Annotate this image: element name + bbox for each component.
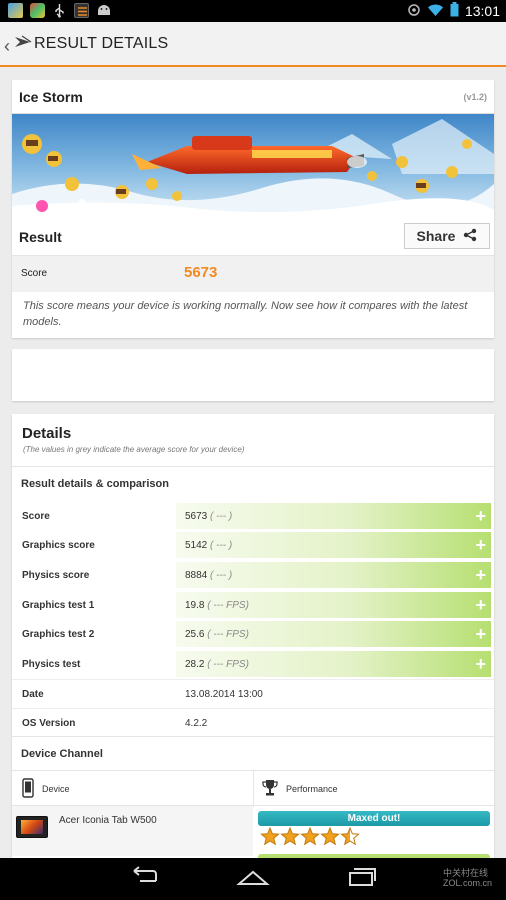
expand-plus-icon[interactable]: + [475,595,486,616]
recent-apps-nav-icon[interactable] [345,866,377,893]
result-card: Ice Storm (v1.2) Result Share Score 5673… [12,80,494,338]
watermark-line-1: 中关村在线 [442,868,488,878]
benchmark-version: (v1.2) [463,92,487,102]
detail-value-bar: 28.2 ( --- FPS) + [176,651,491,677]
detail-label: Score [22,511,50,522]
device-name: Acer Iconia Tab W500 [59,815,157,826]
detail-row-score[interactable]: Score 5673 ( --- ) + [12,502,494,530]
detail-row-graphics-test-2[interactable]: Graphics test 2 25.6 ( --- FPS) + [12,620,494,648]
performance-column-label: Performance [286,784,338,794]
status-bar: 13:01 [0,0,506,22]
benchmark-title: Ice Storm [19,89,83,105]
detail-label: Graphics test 2 [22,629,95,640]
trophy-icon [262,779,278,799]
detail-label: Physics test [22,659,81,670]
result-card-header: Ice Storm (v1.2) [12,80,494,114]
share-button[interactable]: Share [404,223,490,249]
detail-value: 8884 ( --- ) [185,570,233,581]
rating-stars [260,826,360,853]
expand-plus-icon[interactable]: + [475,565,486,586]
date-label: Date [22,689,44,700]
detail-value-bar: 5673 ( --- ) + [176,503,491,529]
app-icon [74,3,89,18]
expand-plus-icon[interactable]: + [475,506,486,527]
status-clock: 13:01 [464,3,500,19]
score-row: Score 5673 [12,256,494,292]
share-icon [463,228,477,245]
home-nav-icon[interactable] [236,866,270,893]
detail-value-bar: 19.8 ( --- FPS) + [176,592,491,618]
detail-row-graphics-score[interactable]: Graphics score 5142 ( --- ) + [12,531,494,559]
detail-row-physics-test[interactable]: Physics test 28.2 ( --- FPS) + [12,650,494,678]
page-title: RESULT DETAILS [34,35,169,52]
share-label: Share [416,228,456,244]
rating-star-icon [340,826,360,846]
details-card: Details (The values in grey indicate the… [12,414,494,858]
date-value: 13.08.2014 13:00 [185,689,263,700]
comparison-section-header: Result details & comparison [12,466,494,500]
rating-star-icon [280,826,300,846]
device-thumbnail [16,816,48,838]
details-title: Details [22,425,72,442]
watermark: 中关村在线 ZOL.com.cn [443,868,492,888]
detail-value-bar: 25.6 ( --- FPS) + [176,621,491,647]
maxed-out-badge: Maxed out! [258,811,490,826]
back-nav-icon[interactable] [128,866,160,893]
watermark-line-2: ZOL.com.cn [442,878,492,888]
details-subtitle: (The values in grey indicate the average… [23,445,245,454]
device-column-label: Device [42,784,70,794]
detail-label: Physics score [22,570,90,581]
detail-label: Graphics test 1 [22,600,95,611]
performance-column-header: Performance [262,771,338,807]
detail-value: 25.6 ( --- FPS) [185,629,249,640]
device-channel-title: Device Channel [21,748,103,760]
comparison-section-title: Result details & comparison [21,478,169,490]
navigation-bar: 中关村在线 ZOL.com.cn [0,858,506,900]
detail-row-graphics-test-1[interactable]: Graphics test 1 19.8 ( --- FPS) + [12,591,494,619]
detail-value: 19.8 ( --- FPS) [185,600,249,611]
detail-row-os-version: OS Version 4.2.2 [12,708,494,736]
os-label: OS Version [22,718,76,729]
action-bar: ‹ RESULT DETAILS [0,22,506,67]
device-column-header: Device [22,771,70,807]
score-note: This score means your device is working … [23,300,468,328]
score-value: 5673 [184,264,218,281]
channel-column-headers: Device Performance [12,770,494,807]
detail-value: 28.2 ( --- FPS) [185,659,249,670]
detail-value: 5673 ( --- ) [185,511,233,522]
wifi-icon [427,3,444,20]
benchmark-banner-image [12,114,494,218]
detail-label: Graphics score [22,540,95,551]
phone-icon [22,778,34,800]
detail-row-physics-score[interactable]: Physics score 8884 ( --- ) + [12,561,494,589]
browser-icon [30,3,45,18]
app-logo-icon[interactable] [14,34,32,50]
detail-value-bar: 8884 ( --- ) + [176,562,491,588]
rating-star-icon [300,826,320,846]
device-channel-header: Device Channel [12,736,494,770]
os-value: 4.2.2 [185,718,208,729]
result-label: Result [19,229,62,245]
detail-row-date: Date 13.08.2014 13:00 [12,679,494,707]
empty-card [12,349,494,401]
device-comparison-row[interactable]: Acer Iconia Tab W500 Maxed out! [12,806,494,858]
detail-value-bar: 5142 ( --- ) + [176,532,491,558]
android-icon [96,3,112,23]
expand-plus-icon[interactable]: + [475,535,486,556]
result-row: Result Share [12,218,494,256]
score-label: Score [21,268,48,279]
expand-plus-icon[interactable]: + [475,654,486,675]
rating-star-icon [320,826,340,846]
back-chevron-icon[interactable]: ‹ [4,36,10,57]
sync-icon [407,3,421,20]
gallery-icon [8,3,23,18]
rating-star-icon [260,826,280,846]
detail-value: 5142 ( --- ) [185,540,233,551]
expand-plus-icon[interactable]: + [475,624,486,645]
usb-icon [52,3,67,23]
battery-icon [450,2,459,20]
